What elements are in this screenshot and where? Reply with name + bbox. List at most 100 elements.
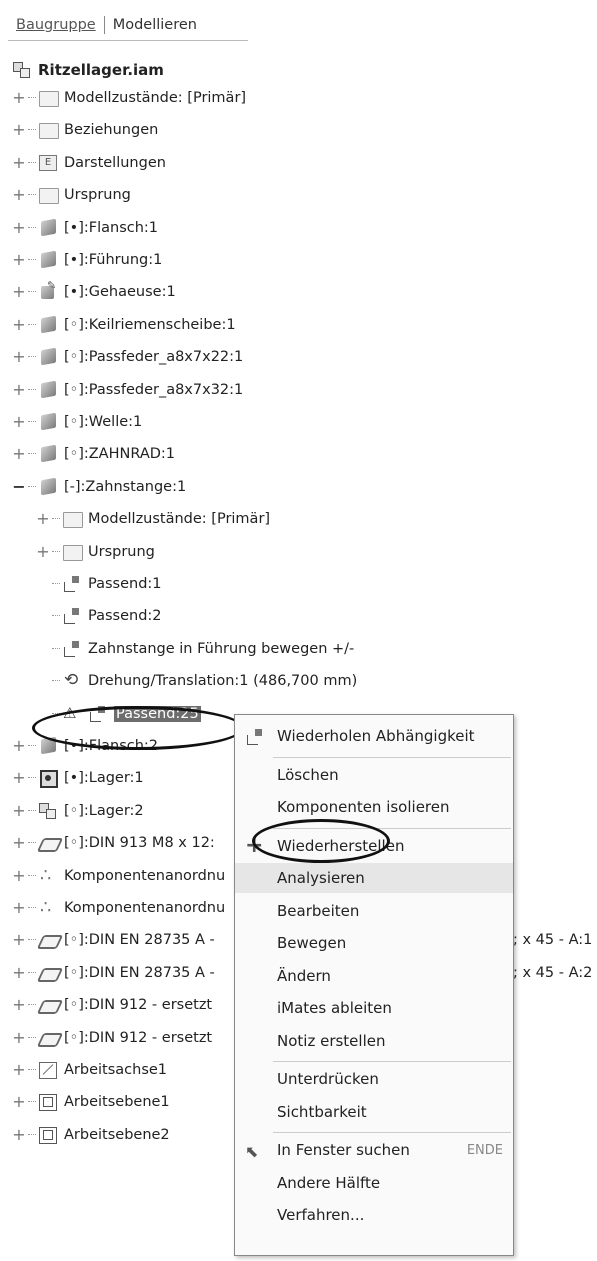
bolt-icon: [38, 834, 58, 852]
tree-item[interactable]: + [•]:Flansch:1: [12, 216, 158, 240]
bolt-icon: [38, 996, 58, 1014]
tree-item-label: Passend:1: [88, 576, 162, 592]
tree-item[interactable]: + Arbeitsebene2: [12, 1123, 170, 1147]
menu-item[interactable]: Komponenten isolieren: [235, 792, 513, 822]
menu-item[interactable]: ⬉ In Fenster suchen ENDE: [235, 1135, 513, 1165]
expand-icon[interactable]: +: [12, 997, 26, 1013]
tree-item[interactable]: + [◦]:Passfeder_a8x7x32:1: [12, 378, 243, 402]
menu-item-label: Sichtbarkeit: [277, 1102, 367, 1121]
tree-connector-line: [28, 907, 36, 909]
expand-icon[interactable]: +: [12, 219, 26, 235]
tree-item[interactable]: + [◦]:DIN 912 - ersetzt: [12, 1026, 212, 1050]
menu-separator: [273, 756, 511, 758]
tree-item[interactable]: + [•]:Führung:1: [12, 248, 162, 272]
tree-root[interactable]: Ritzellager.iam: [12, 58, 164, 82]
tree-item[interactable]: + [•]:Gehaeuse:1: [12, 279, 175, 304]
tab-divider: [8, 40, 248, 41]
expand-icon[interactable]: +: [12, 446, 26, 462]
tree-item[interactable]: Zahnstange in Führung bewegen +/-: [36, 637, 354, 661]
modified-part-icon: [38, 279, 58, 301]
tree-item[interactable]: + [◦]:DIN 913 M8 x 12:: [12, 831, 215, 855]
tree-item[interactable]: + [◦]:Lager:2: [12, 799, 144, 823]
tree-item[interactable]: + Modellzustände: [Primär]: [12, 86, 246, 110]
tree-item[interactable]: + [◦]:Passfeder_a8x7x22:1: [12, 345, 243, 369]
part-icon: [38, 413, 58, 431]
tree-connector-line: [28, 1069, 36, 1071]
expand-icon[interactable]: +: [12, 316, 26, 332]
part-icon: [38, 251, 58, 269]
tree-item[interactable]: + [◦]:DIN EN 28735 A -: [12, 928, 214, 952]
bolt-icon: [38, 964, 58, 982]
tab-assembly[interactable]: Baugruppe: [10, 15, 102, 35]
expand-icon[interactable]: +: [12, 738, 26, 754]
expand-icon[interactable]: +: [12, 154, 26, 170]
tree-item[interactable]: + Arbeitsachse1: [12, 1058, 167, 1082]
tree-item-label: [◦]:DIN 912 - ersetzt: [64, 1029, 213, 1046]
tree-item[interactable]: Passend:25: [36, 702, 201, 726]
tree-item[interactable]: + [◦]:Keilriemenscheibe:1: [12, 313, 235, 337]
tree-connector-line: [52, 583, 60, 585]
expand-icon[interactable]: +: [12, 835, 26, 851]
tree-connector-line: [52, 518, 60, 520]
menu-item[interactable]: Analysieren: [235, 863, 513, 893]
tree-item[interactable]: + Darstellungen: [12, 151, 166, 175]
tree-item[interactable]: + [◦]:ZAHNRAD:1: [12, 442, 175, 466]
tree-connector-line: [52, 550, 60, 553]
tree-item[interactable]: + Arbeitsebene1: [12, 1090, 170, 1114]
menu-item[interactable]: Löschen: [235, 760, 513, 790]
tree-item[interactable]: + Komponentenanordnu: [12, 864, 225, 888]
expand-icon[interactable]: +: [12, 187, 26, 203]
tree-connector-line: [28, 97, 36, 99]
menu-item[interactable]: Verfahren...: [235, 1200, 513, 1230]
tree-item[interactable]: + [•]:Flansch:2: [12, 734, 158, 758]
collapse-icon[interactable]: −: [12, 478, 26, 494]
expand-icon[interactable]: +: [12, 284, 26, 300]
tree-item[interactable]: Passend:1: [36, 572, 162, 596]
expand-icon[interactable]: +: [12, 1094, 26, 1110]
expand-icon[interactable]: +: [12, 252, 26, 268]
tree-item[interactable]: + Beziehungen: [12, 118, 158, 142]
tree-item[interactable]: + [◦]:DIN EN 28735 A -: [12, 961, 214, 985]
expand-icon[interactable]: +: [12, 349, 26, 365]
tree-item[interactable]: + [◦]:Welle:1: [12, 410, 142, 434]
tree-item[interactable]: + [•]:Lager:1: [12, 766, 144, 790]
expand-icon[interactable]: +: [12, 414, 26, 430]
tree-item[interactable]: + [◦]:DIN 912 - ersetzt: [12, 993, 212, 1017]
menu-item[interactable]: Ändern: [235, 961, 513, 991]
expand-icon[interactable]: +: [12, 867, 26, 883]
expand-icon[interactable]: +: [12, 122, 26, 138]
tree-item-label-overflow: ; x 45 - A:2: [513, 964, 593, 981]
menu-item[interactable]: Andere Hälfte: [235, 1168, 513, 1198]
expand-icon[interactable]: +: [12, 1029, 26, 1045]
tree-item[interactable]: + Ursprung: [36, 540, 155, 564]
tree-item[interactable]: + Komponentenanordnu: [12, 896, 225, 920]
menu-item[interactable]: Bearbeiten: [235, 896, 513, 926]
menu-item[interactable]: Wiederholen Abhängigkeit: [235, 721, 513, 751]
tree-item[interactable]: Drehung/Translation:1 (486,700 mm): [36, 669, 357, 693]
expand-icon[interactable]: +: [36, 543, 50, 559]
menu-item[interactable]: Sichtbarkeit: [235, 1097, 513, 1127]
tree-item[interactable]: + Ursprung: [12, 183, 131, 207]
expand-icon[interactable]: +: [12, 964, 26, 980]
menu-item[interactable]: Notiz erstellen: [235, 1026, 513, 1056]
expand-icon[interactable]: +: [12, 932, 26, 948]
menu-item[interactable]: Unterdrücken: [235, 1064, 513, 1094]
expand-icon[interactable]: +: [12, 770, 26, 786]
menu-item[interactable]: iMates ableiten: [235, 993, 513, 1023]
expand-icon[interactable]: +: [12, 90, 26, 106]
expand-icon[interactable]: +: [12, 381, 26, 397]
expand-icon[interactable]: +: [12, 1062, 26, 1078]
expand-icon[interactable]: +: [12, 900, 26, 916]
menu-item[interactable]: + Wiederherstellen: [235, 831, 513, 861]
tab-modeling[interactable]: Modellieren: [107, 15, 203, 35]
tree-item-label-overflow: ; x 45 - A:1: [513, 932, 593, 949]
tree-item[interactable]: Passend:2: [36, 604, 162, 628]
constraint-icon: [62, 575, 82, 593]
tree-item[interactable]: + Modellzustände: [Primär]: [36, 507, 270, 531]
expand-icon[interactable]: +: [12, 1126, 26, 1142]
expand-icon[interactable]: +: [12, 802, 26, 818]
tree-item[interactable]: − [-]:Zahnstange:1: [12, 475, 186, 499]
tree-item-label: Zahnstange in Führung bewegen +/-: [88, 640, 355, 657]
expand-icon[interactable]: +: [36, 511, 50, 527]
menu-item[interactable]: Bewegen: [235, 928, 513, 958]
